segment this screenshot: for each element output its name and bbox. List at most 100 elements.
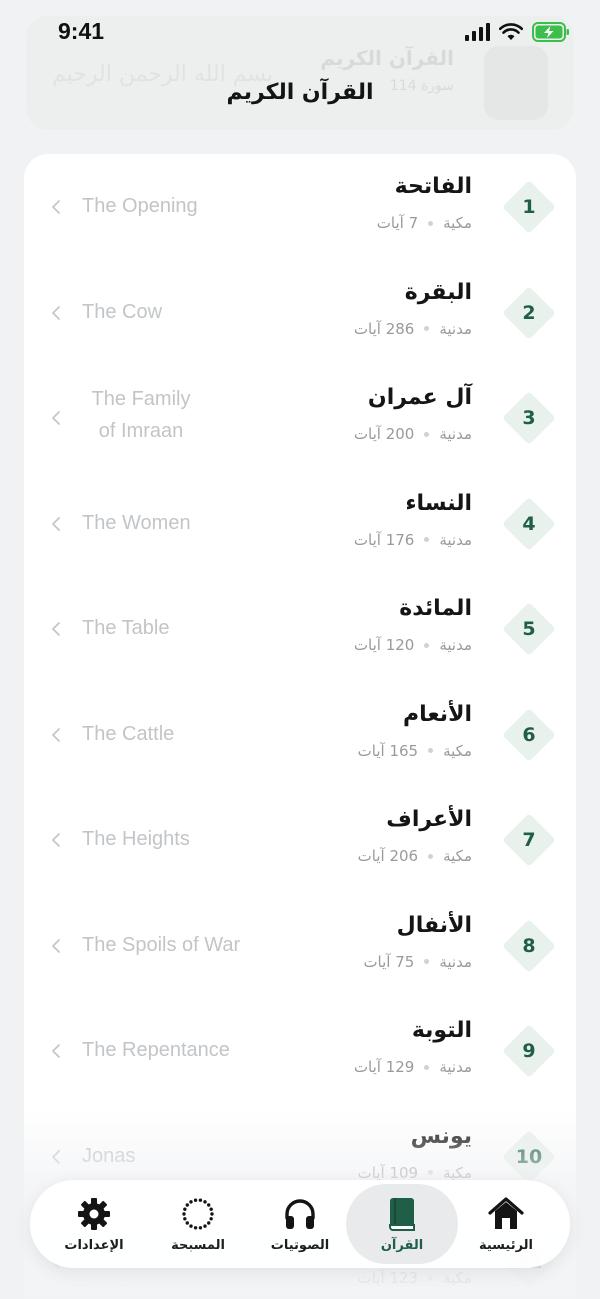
surah-name-english: The Opening xyxy=(82,195,198,217)
surah-meta: مكية 206 آيات xyxy=(358,847,472,865)
surah-number: 8 xyxy=(522,934,536,957)
surah-revelation-type: مكية xyxy=(443,847,472,865)
status-bar: 9:41 xyxy=(0,0,600,64)
surah-meta: مدنية 286 آيات xyxy=(354,320,472,338)
surah-ayat-count: 176 آيات xyxy=(353,530,415,549)
tasbih-bead xyxy=(207,1202,211,1207)
tab-tasbih-label: المسبحة xyxy=(171,1237,225,1253)
surah-row[interactable]: 1 الفاتحة مكية 7 آيات The Opening xyxy=(24,154,576,259)
surah-name-english: The Cow xyxy=(82,300,163,323)
surah-ayat-count: 120 آيات xyxy=(353,636,415,654)
surah-meta: مدنية 120 آيات xyxy=(354,636,472,654)
tasbih-bead xyxy=(185,1220,189,1225)
surah-revelation-type: مدنية xyxy=(439,952,472,971)
tasbih-bead xyxy=(185,1202,189,1207)
surah-row[interactable]: 8 الأنفال مدنية 75 آيات The Spoils of War xyxy=(24,893,576,998)
surah-number: 5 xyxy=(522,618,536,640)
surah-row[interactable]: 9 التوبة مدنية 129 آيات The Repentance xyxy=(24,998,576,1103)
tasbih-bead xyxy=(182,1211,186,1216)
wifi-icon xyxy=(499,23,523,40)
surah-name-english: The Heights xyxy=(82,828,190,850)
surah-meta: مكية 7 آيات xyxy=(377,214,472,232)
gear-icon xyxy=(78,1197,110,1230)
surah-revelation-type: مدنية xyxy=(439,319,472,338)
surah-number-badge: 6 xyxy=(502,708,556,762)
tab-settings[interactable]: الإعدادات xyxy=(38,1184,150,1264)
separator-dot xyxy=(428,220,434,226)
tasbih-bead xyxy=(183,1207,187,1211)
headphones-icon xyxy=(285,1198,315,1229)
surah-ayat-count: 7 آيات xyxy=(376,214,419,232)
surah-number: 9 xyxy=(522,1040,536,1062)
surah-ayat-count: 200 آيات xyxy=(353,425,415,443)
surah-meta: مدنية 176 آيات xyxy=(354,531,472,549)
surah-row[interactable]: 2 البقرة مدنية 286 آيات The Cow xyxy=(24,260,576,365)
surah-ayat-count: 129 آيات xyxy=(353,1058,415,1076)
surah-number: 7 xyxy=(522,829,536,851)
surah-number-badge: 9 xyxy=(502,1024,556,1078)
tab-home[interactable]: الرئيسية xyxy=(450,1184,562,1264)
surah-ayat-count: 75 آيات xyxy=(363,952,415,971)
tab-audio-label: الصوتيات xyxy=(270,1237,330,1253)
status-time: 9:41 xyxy=(58,18,105,44)
surah-revelation-type: مدنية xyxy=(439,1058,472,1076)
surah-name-arabic: البقرة xyxy=(404,279,472,305)
separator-dot xyxy=(428,748,434,753)
surah-revelation-type: مدنية xyxy=(439,530,472,549)
surah-number-badge: 2 xyxy=(502,286,556,340)
tab-quran-label: القرآن xyxy=(380,1237,424,1253)
surah-number: 1 xyxy=(522,196,536,218)
surah-name-english: The Family of Imraan xyxy=(82,383,200,447)
chevron-left-icon xyxy=(52,411,60,425)
page-title: القرآن الكريم xyxy=(226,80,374,105)
separator-dot xyxy=(424,431,430,437)
separator-dot xyxy=(424,642,430,648)
quran-book-icon xyxy=(389,1197,415,1231)
chevron-left-icon xyxy=(52,516,60,531)
chevron-left-icon xyxy=(52,938,60,953)
tasbih-bead xyxy=(210,1211,214,1216)
tab-bar: الإعدادات المسبحة الصوتيات القرآن الرئيس… xyxy=(30,1180,570,1268)
surah-number: 2 xyxy=(522,301,536,324)
surah-row[interactable]: 5 المائدة مدنية 120 آيات The Table xyxy=(24,576,576,681)
separator-dot xyxy=(424,1064,430,1070)
surah-ayat-count: 206 آيات xyxy=(357,847,419,865)
surah-meta: مدنية 129 آيات xyxy=(354,1058,472,1076)
surah-name-arabic: المائدة xyxy=(399,596,472,621)
status-icons xyxy=(465,22,570,42)
surah-name-arabic: الأعراف xyxy=(386,807,472,832)
quran-screen: 9:41 القرآن الكريم 114 سورة بسم الله الر… xyxy=(0,0,600,1299)
surah-row[interactable]: 4 النساء مدنية 176 آيات The Women xyxy=(24,471,576,576)
tab-settings-label: الإعدادات xyxy=(64,1237,124,1253)
tab-home-label: الرئيسية xyxy=(478,1237,534,1253)
tab-tasbih[interactable]: المسبحة xyxy=(142,1184,254,1264)
chevron-left-icon xyxy=(52,622,60,636)
surah-revelation-type: مدنية xyxy=(439,636,472,654)
surah-revelation-type: مكية xyxy=(443,214,472,232)
battery-charging-icon xyxy=(532,22,569,42)
surah-number-badge: 3 xyxy=(502,391,556,445)
separator-dot xyxy=(424,537,430,542)
surah-name-english-line1: The Family xyxy=(91,388,191,410)
surah-revelation-type: مكية xyxy=(443,741,472,760)
surah-row[interactable]: 3 آل عمران مدنية 200 آيات The Family of Imraa… xyxy=(24,365,576,470)
tasbih-bead xyxy=(209,1216,213,1220)
home-icon xyxy=(488,1196,524,1229)
tasbih-bead xyxy=(193,1225,198,1229)
tab-audio[interactable]: الصوتيات xyxy=(244,1184,356,1264)
surah-revelation-type: مدنية xyxy=(439,425,472,443)
surah-name-arabic: الأنعام xyxy=(403,701,472,727)
tasbih-bead xyxy=(189,1199,193,1204)
chevron-left-icon xyxy=(52,1044,60,1058)
surah-name-english: The Spoils of War xyxy=(82,933,241,956)
surah-name-arabic: الفاتحة xyxy=(394,174,472,199)
surah-number-badge: 8 xyxy=(502,919,556,973)
separator-dot xyxy=(424,326,430,331)
tasbih-bead xyxy=(189,1223,193,1228)
surah-ayat-count: 286 آيات xyxy=(353,319,415,338)
surah-name-english: The Cattle xyxy=(82,722,175,745)
surah-row[interactable]: 7 الأعراف مكية 206 آيات The Heights xyxy=(24,787,576,892)
surah-name-english: The Repentance xyxy=(82,1039,230,1061)
surah-row[interactable]: 6 الأنعام مكية 165 آيات The Cattle xyxy=(24,682,576,787)
tab-quran[interactable]: القرآن xyxy=(346,1184,458,1264)
